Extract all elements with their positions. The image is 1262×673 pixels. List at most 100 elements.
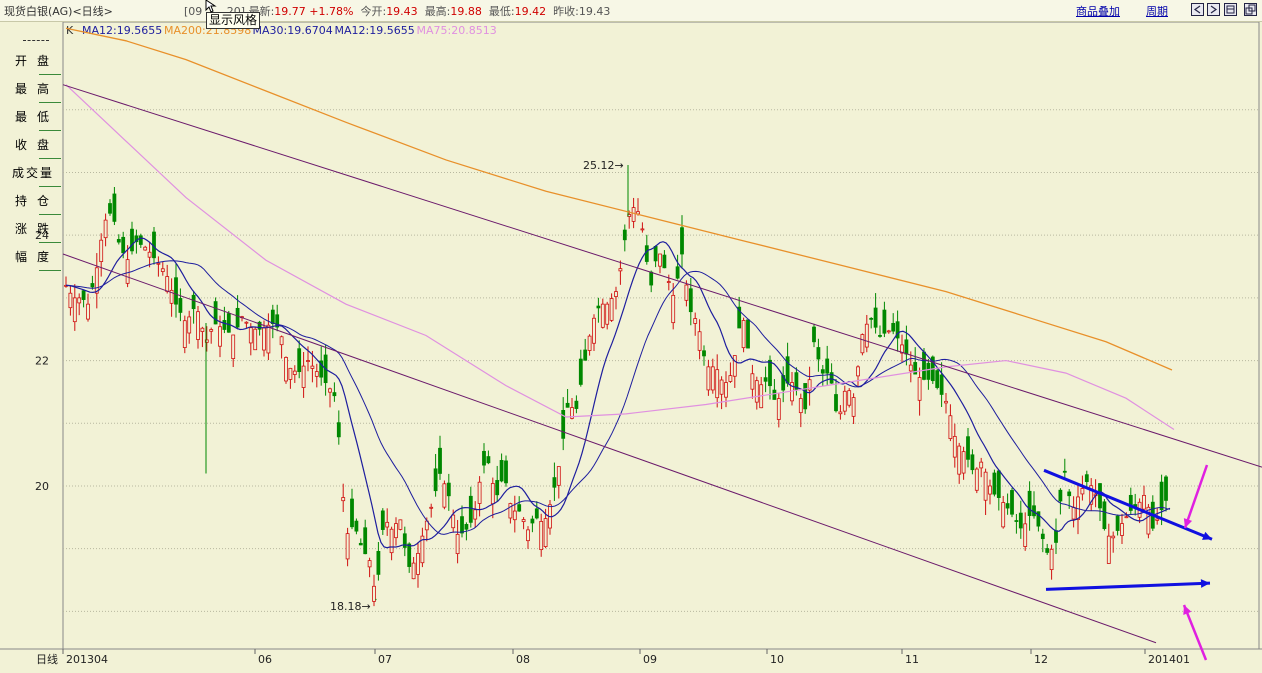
kline-chart: 242220201304 06 07 08 09 10 11 12 201401日线K MA12:… [0,21,1262,666]
candle-body [244,321,249,324]
x-tick-label: 10 [770,653,784,666]
candle-body [394,523,398,539]
candle-body [666,281,671,283]
next-icon[interactable] [1207,3,1220,16]
candle-body [99,239,104,262]
candle-body [983,471,988,501]
ma-legend-item: MA75:20.8513 [417,24,497,37]
candle-body [966,436,970,460]
candle-body [1001,502,1006,528]
candle-body [1018,512,1023,529]
restore-window-icon[interactable] [1244,3,1257,16]
x-tick-label: 11 [905,653,919,666]
candle-body [680,227,684,255]
candle-body [935,370,940,388]
candle-body [495,480,500,496]
candle-body [363,527,368,555]
candle-body [864,323,869,348]
candle-body [112,193,117,222]
candle-body [376,550,381,575]
candle-body [253,328,258,351]
candle-body [464,524,469,530]
sidebar-item-high: 最高 [5,77,61,105]
candle-body [350,498,354,528]
candle-body [754,380,759,403]
candle-body [640,228,645,231]
overlay-commodity-link[interactable]: 商品叠加 [1076,3,1120,19]
ma-legend-k: K [66,24,74,37]
candle-body [398,519,403,530]
candle-body [618,268,623,272]
candle-body [288,367,293,380]
candle-body [336,422,341,438]
candle-body [1106,535,1111,564]
x-tick-label: 09 [643,653,657,666]
candle-body [143,246,148,251]
candle-body [957,445,962,475]
sidebar-item-open-interest: 持仓 [5,189,61,217]
candle-body [270,309,275,324]
prev-icon[interactable] [1191,3,1204,16]
candle-body [156,262,161,265]
kline-chart-area[interactable]: 24 22 20 201304 06 07 08 09 10 11 12 201401 日线 K MA12:… [0,21,1262,670]
candle-body [614,291,618,297]
candle-body [1142,494,1146,510]
candle-body [869,317,874,320]
candle-body [732,355,737,377]
candle-body [517,504,522,512]
candle-body [116,239,121,243]
candle-body [81,290,86,300]
candle-body [86,303,90,320]
candle-body [433,468,438,492]
instrument-title: 现货白银(AG)<日线> [4,5,113,18]
candle-body [103,219,108,239]
candle-body [556,466,561,486]
candle-body [187,316,192,334]
candle-body [785,356,790,384]
candle-body [262,327,266,351]
candle-body [306,360,310,362]
candle-body [552,477,557,488]
candle-body [728,375,733,382]
candle-body [851,397,856,417]
candle-body [710,366,715,391]
candle-body [310,365,315,369]
candle-body [279,336,284,346]
candle-body [1128,494,1133,511]
high-value: 19.88 [450,5,482,18]
candle-body [988,485,992,495]
candle-body [574,400,579,409]
candle-body [644,245,649,262]
high-annotation: 25.12→ [583,159,624,172]
candle-body [970,454,975,471]
candle-body [750,373,755,390]
candle-body [675,266,680,279]
candle-body [768,359,772,387]
candle-body [442,483,447,508]
arrow-left-icon [1193,5,1201,14]
period-link[interactable]: 周期 [1146,3,1168,19]
candle-body [297,348,302,373]
candle-body [1102,501,1107,530]
candle-body [961,451,966,474]
candle-body [68,292,73,309]
ma-legend-item: MA12:19.5655 [82,24,162,37]
candle-body [939,374,944,395]
candle-body [882,309,887,334]
candle-body [147,251,152,258]
change-value: +1.78% [309,5,354,18]
candle-body [658,253,662,267]
candle-body [504,460,508,484]
candle-body [486,456,491,464]
x-tick-label: 08 [516,653,530,666]
candle-body [1111,535,1116,539]
candle-body [416,552,420,575]
candle-body [473,509,478,520]
candle-body [314,371,319,377]
candle-body [460,516,464,534]
toggle-panel-icon[interactable] [1224,3,1237,16]
candle-body [653,245,658,262]
candle-body [1054,530,1058,543]
candle-body [130,228,134,252]
candle-body [996,470,1001,498]
